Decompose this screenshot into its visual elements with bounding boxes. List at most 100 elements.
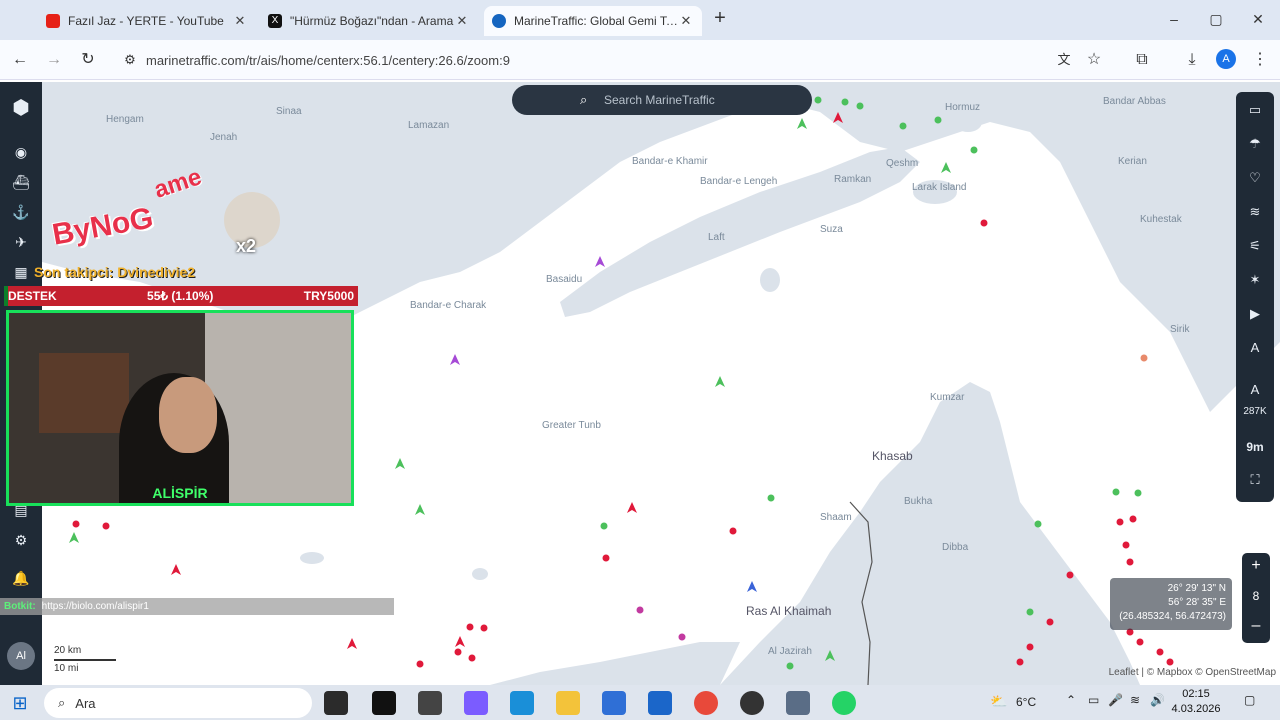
vessel-marker[interactable] — [814, 96, 822, 104]
label-a-icon[interactable]: A — [1245, 338, 1265, 358]
download-icon[interactable]: ⤓ — [1182, 50, 1202, 70]
vessel-marker[interactable] — [980, 219, 988, 227]
close-icon[interactable]: ✕ — [232, 13, 248, 29]
vessel-arrow-marker[interactable] — [627, 502, 637, 513]
vessel-marker[interactable] — [856, 102, 864, 110]
chrome-icon[interactable] — [694, 691, 718, 715]
obs-icon[interactable] — [740, 691, 764, 715]
vessel-marker[interactable] — [767, 494, 775, 502]
vessel-marker[interactable] — [1156, 648, 1164, 656]
vessel-arrow-marker[interactable] — [797, 118, 807, 129]
tiktok-icon[interactable] — [372, 691, 396, 715]
notifications-icon[interactable]: ▢ — [1244, 693, 1255, 707]
menu-kebab-icon[interactable]: ⋮ — [1250, 50, 1270, 70]
wifi-icon[interactable]: ≋ — [1130, 693, 1140, 707]
site-info-icon[interactable]: ⚙ — [120, 50, 140, 70]
vessel-marker[interactable] — [970, 146, 978, 154]
close-window-button[interactable]: ✕ — [1244, 8, 1272, 30]
vessel-marker[interactable] — [786, 662, 794, 670]
vessel-marker[interactable] — [416, 660, 424, 668]
battery-icon[interactable]: ▭ — [1088, 693, 1099, 707]
vessel-arrow-marker[interactable] — [347, 638, 357, 649]
close-icon[interactable]: ✕ — [454, 13, 470, 29]
user-avatar[interactable]: Al — [7, 642, 35, 670]
task-view-icon[interactable] — [324, 691, 348, 715]
copilot-icon[interactable] — [464, 691, 488, 715]
taskbar-search[interactable]: ⌕ Ara — [44, 688, 312, 718]
globe-icon[interactable]: ◉ — [11, 142, 31, 162]
vessel-marker[interactable] — [1116, 518, 1124, 526]
vessel-marker[interactable] — [1016, 658, 1024, 666]
file-explorer-icon[interactable] — [556, 691, 580, 715]
zoom-in-button[interactable]: + — [1242, 557, 1270, 575]
map-attribution[interactable]: Leaflet | © Mapbox © OpenStreetMap — [1080, 667, 1276, 678]
vessel-marker[interactable] — [1166, 658, 1174, 666]
new-tab-button[interactable]: + — [710, 8, 730, 28]
filter-icon[interactable]: ⚟ — [1245, 236, 1265, 256]
map-search-bar[interactable]: ⌕ Search MarineTraffic — [512, 85, 812, 115]
vessel-marker[interactable] — [934, 116, 942, 124]
vessel-marker[interactable] — [1112, 488, 1120, 496]
vessel-marker[interactable] — [602, 554, 610, 562]
vessel-arrow-marker[interactable] — [395, 458, 405, 469]
profile-avatar[interactable]: A — [1216, 49, 1236, 69]
notification-bell-icon[interactable]: 🔔 — [11, 568, 31, 588]
tab-marinetraffic[interactable]: MarineTraffic: Global Gemi Takip ✕ — [484, 6, 702, 36]
system-clock[interactable]: 02:15 4.03.2026 — [1166, 687, 1226, 717]
reload-icon[interactable]: ↻ — [78, 50, 98, 70]
vessel-marker[interactable] — [1046, 618, 1054, 626]
vessel-marker[interactable] — [899, 122, 907, 130]
vessel-marker[interactable] — [454, 648, 462, 656]
weather-cloud-icon[interactable]: ⛅ — [990, 693, 1007, 710]
outlook-icon[interactable] — [648, 691, 672, 715]
vessel-arrow-marker[interactable] — [171, 564, 181, 575]
vessel-marker[interactable] — [636, 606, 644, 614]
vessel-marker[interactable] — [729, 527, 737, 535]
vessel-arrow-marker[interactable] — [595, 256, 605, 267]
marinetraffic-logo-icon[interactable]: ⬢ — [11, 98, 31, 118]
density-icon[interactable]: ✶ — [1245, 270, 1265, 290]
vessel-arrow-marker[interactable] — [455, 636, 465, 647]
zoom-out-button[interactable]: – — [1242, 617, 1270, 635]
forward-icon[interactable]: → — [44, 50, 64, 70]
vessel-arrow-marker[interactable] — [747, 581, 757, 592]
layers-icon[interactable]: ≋ — [1245, 202, 1265, 222]
vessel-arrow-marker[interactable] — [450, 354, 460, 365]
microphone-icon[interactable]: 🎤 — [1108, 693, 1123, 707]
vessel-marker[interactable] — [1126, 558, 1134, 566]
vessel-arrow-marker[interactable] — [69, 532, 79, 543]
windows-start-icon[interactable]: ⊞ — [10, 693, 30, 713]
vessel-marker[interactable] — [1136, 638, 1144, 646]
vessel-marker[interactable] — [1122, 541, 1130, 549]
settings-icon[interactable]: ⚙ — [11, 530, 31, 550]
vessel-marker[interactable] — [1134, 489, 1142, 497]
store-icon[interactable] — [602, 691, 626, 715]
vessel-marker[interactable] — [600, 522, 608, 530]
bookmark-star-icon[interactable]: ☆ — [1084, 50, 1104, 70]
vessel-marker[interactable] — [1066, 571, 1074, 579]
vessel-count-icon[interactable]: A — [1245, 380, 1265, 400]
vessel-arrow-marker[interactable] — [415, 504, 425, 515]
close-icon[interactable]: ✕ — [678, 13, 694, 29]
vessel-marker[interactable] — [678, 633, 686, 641]
play-icon[interactable]: ▶ — [1245, 304, 1265, 324]
vessel-marker[interactable] — [1140, 354, 1148, 362]
whatsapp-icon[interactable] — [832, 691, 856, 715]
tab-search[interactable]: X "Hürmüz Boğazı"ndan - Arama ✕ — [260, 6, 478, 36]
distance-label[interactable]: 9m — [1236, 440, 1274, 454]
vessel-marker[interactable] — [1034, 520, 1042, 528]
translate-icon[interactable]: 文 — [1054, 50, 1074, 70]
favorite-heart-icon[interactable]: ♡ — [1245, 168, 1265, 188]
extensions-icon[interactable]: ⧉ — [1132, 50, 1152, 70]
app-icon[interactable] — [418, 691, 442, 715]
vessel-marker[interactable] — [72, 520, 80, 528]
volume-icon[interactable]: 🔊 — [1150, 693, 1165, 707]
fullscreen-icon[interactable]: ⛶ — [1245, 470, 1265, 490]
vessel-marker[interactable] — [466, 623, 474, 631]
vessel-arrow-marker[interactable] — [941, 162, 951, 173]
vessel-marker[interactable] — [102, 522, 110, 530]
vessel-arrow-marker[interactable] — [715, 376, 725, 387]
chevron-up-icon[interactable]: ⌃ — [1066, 693, 1076, 707]
maximize-button[interactable]: ▢ — [1202, 8, 1230, 30]
vessel-marker[interactable] — [1026, 608, 1034, 616]
